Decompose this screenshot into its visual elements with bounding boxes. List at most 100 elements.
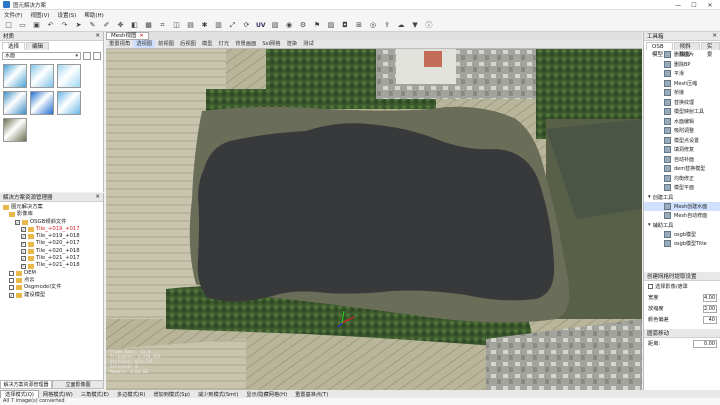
- view-tab[interactable]: 透视图: [133, 40, 156, 48]
- view-tab[interactable]: 模型: [199, 40, 216, 48]
- close-icon[interactable]: ✕: [139, 33, 143, 40]
- menu-settings[interactable]: 设置(S): [54, 11, 81, 19]
- add-material-icon[interactable]: [93, 52, 101, 60]
- prop-value-field[interactable]: 4.00: [703, 293, 717, 302]
- mode-button[interactable]: 减少到模式(Smt): [194, 391, 242, 398]
- mode-button[interactable]: 显示/隐藏网格(H): [242, 391, 291, 398]
- mode-button[interactable]: 增加到模式(Sp): [149, 391, 194, 398]
- texture-swatch[interactable]: [3, 91, 27, 115]
- texture-icon[interactable]: ▤: [186, 21, 195, 30]
- texture-swatch[interactable]: [30, 64, 54, 88]
- tab-solution-explorer[interactable]: 解决方案资源管理器: [0, 380, 52, 389]
- move-icon[interactable]: ✥: [116, 21, 125, 30]
- tree-item[interactable]: ✓ Tile_+019_+017: [1, 226, 102, 233]
- view-tab[interactable]: 前视图: [155, 40, 177, 48]
- tool-item[interactable]: 平滑: [644, 69, 720, 79]
- prop-value-field[interactable]: 2.00: [703, 304, 717, 313]
- mode-button[interactable]: 网格模式(W): [39, 391, 77, 398]
- tree-checkbox[interactable]: ✓: [21, 256, 26, 262]
- tree-item[interactable]: ✓ Tile_+020_+017: [1, 240, 102, 247]
- mesh-icon[interactable]: ▦: [144, 21, 153, 30]
- tool-item[interactable]: 模型映射工具: [644, 107, 720, 117]
- star-icon[interactable]: ✱: [200, 21, 209, 30]
- tree-checkbox[interactable]: ✓: [21, 263, 26, 269]
- tool-item[interactable]: Mesh自动修面: [644, 211, 720, 221]
- tab-osb-model[interactable]: OSB模型: [646, 42, 673, 58]
- view-tab[interactable]: 渲染: [284, 40, 301, 48]
- tree-checkbox[interactable]: ✓: [21, 234, 26, 240]
- sphere-icon[interactable]: ◉: [285, 21, 294, 30]
- tool-item[interactable]: 均衡修正: [644, 174, 720, 184]
- select-arrow-icon[interactable]: ➤: [74, 21, 83, 30]
- uv-button[interactable]: UV: [256, 21, 266, 30]
- panel-close-icon[interactable]: ✕: [712, 33, 717, 39]
- tool-item[interactable]: 模型点设置: [644, 136, 720, 146]
- tool-item[interactable]: 替换纹理: [644, 98, 720, 108]
- panel-close-icon[interactable]: ✕: [95, 33, 100, 39]
- undo-icon[interactable]: ↶: [46, 21, 55, 30]
- tree-item[interactable]: ✓ Tile_+019_+018: [1, 233, 102, 240]
- tool-item[interactable]: 模型平面: [644, 183, 720, 193]
- redo-icon[interactable]: ↷: [60, 21, 69, 30]
- settings-icon[interactable]: ⚙: [299, 21, 308, 30]
- tree-item[interactable]: 影像库: [1, 211, 102, 218]
- view-tab[interactable]: 背景画面: [232, 40, 259, 48]
- tool-item[interactable]: 吸附调整: [644, 126, 720, 136]
- tool-item[interactable]: 填洞修复: [644, 145, 720, 155]
- tool-item[interactable]: Mesh创建水面: [644, 201, 720, 211]
- texture-swatch[interactable]: [30, 91, 54, 115]
- tree-item[interactable]: ✓ Tile_+020_+018: [1, 248, 102, 255]
- tree-checkbox[interactable]: ✓: [21, 227, 26, 233]
- info-icon[interactable]: ⓘ: [425, 21, 434, 30]
- rotate-icon[interactable]: ⟳: [242, 21, 251, 30]
- tree-checkbox[interactable]: ✓: [21, 241, 26, 247]
- mode-button[interactable]: 多边模式(R): [113, 391, 149, 398]
- prop-value-field[interactable]: 40: [703, 315, 717, 324]
- brush-icon[interactable]: ✎: [88, 21, 97, 30]
- close-button[interactable]: ✕: [702, 0, 718, 10]
- tool-item[interactable]: Mesh压缩: [644, 79, 720, 89]
- open-folder-icon[interactable]: ▭: [18, 21, 27, 30]
- tree-item[interactable]: DEM: [1, 270, 102, 277]
- aerial-mesh-render[interactable]: [106, 49, 642, 390]
- distance-field[interactable]: 0.00: [693, 339, 717, 348]
- image-icon[interactable]: ▨: [327, 21, 336, 30]
- panel-close-icon[interactable]: ✕: [95, 194, 100, 200]
- tree-item[interactable]: ✓ Tile_+021_+018: [1, 262, 102, 269]
- tool-item[interactable]: 桥接: [644, 88, 720, 98]
- select-mask-checkbox[interactable]: [648, 284, 653, 289]
- mode-button[interactable]: 三角模式(E): [77, 391, 113, 398]
- tab-select[interactable]: 选择: [2, 42, 26, 50]
- tool-section-header[interactable]: ▾ 辅助工具: [644, 221, 720, 230]
- measure-icon[interactable]: ⊞: [355, 21, 364, 30]
- 3d-viewport[interactable]: Frame Rate: 61.0 Triangles: 1,258,352 Vert…: [106, 49, 642, 390]
- crop-icon[interactable]: ⌗: [158, 21, 167, 30]
- tool-item[interactable]: osgb模型: [644, 230, 720, 240]
- grid-icon[interactable]: ▥: [214, 21, 223, 30]
- maximize-button[interactable]: ☐: [686, 0, 702, 10]
- tree-item[interactable]: Osgmodel文件: [1, 284, 102, 291]
- tree-checkbox[interactable]: [9, 270, 14, 276]
- view-tab[interactable]: 重置视角: [106, 40, 133, 48]
- texture-swatch[interactable]: [3, 118, 27, 142]
- minimize-button[interactable]: —: [670, 0, 686, 10]
- flag-icon[interactable]: ⚑: [313, 21, 322, 30]
- tree-checkbox[interactable]: [9, 285, 14, 291]
- target-icon[interactable]: ◎: [369, 21, 378, 30]
- tool-section-header[interactable]: ▾ 创建工具: [644, 193, 720, 202]
- camera-icon[interactable]: ◘: [341, 21, 350, 30]
- tree-checkbox[interactable]: ✓: [15, 220, 20, 225]
- layers-icon[interactable]: ◫: [172, 21, 181, 30]
- view-tab[interactable]: 测试: [300, 40, 317, 48]
- mode-button[interactable]: 重置基准点(T): [291, 391, 332, 398]
- tree-checkbox[interactable]: ✓: [21, 249, 26, 254]
- paint-icon[interactable]: ✐: [102, 21, 111, 30]
- texture-swatch[interactable]: [3, 64, 27, 88]
- export-icon[interactable]: ⇪: [383, 21, 392, 30]
- filter-icon[interactable]: ▼: [411, 21, 420, 30]
- tool-item[interactable]: osgb模型Title: [644, 239, 720, 249]
- tree-item[interactable]: ✓ Tile_+021_+017: [1, 255, 102, 262]
- scale-icon[interactable]: ⤢: [228, 21, 237, 30]
- material-select[interactable]: 水面 ▾: [2, 52, 81, 60]
- menu-file[interactable]: 文件(F): [0, 11, 26, 19]
